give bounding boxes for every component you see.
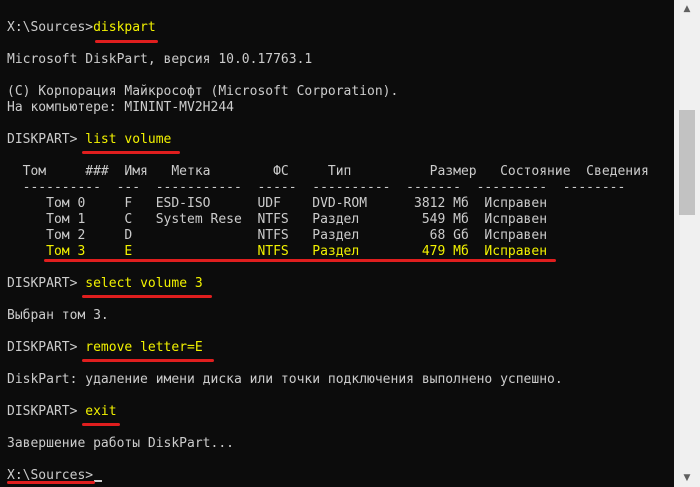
command-list-volume: list volume (85, 132, 172, 147)
prompt: DISKPART> (7, 340, 86, 355)
line-remove-letter: DISKPART> remove letter=E (7, 340, 203, 356)
line-prompt-start: X:\Sources>diskpart (7, 20, 156, 36)
underline-prompt-end (7, 481, 95, 484)
banner-version: Microsoft DiskPart, версия 10.0.17763.1 (7, 52, 313, 67)
table-row-highlighted: Том 3 E NTFS Раздел 479 Мб Исправен (7, 244, 548, 259)
underline-select-volume (82, 295, 212, 298)
command-diskpart: diskpart (93, 20, 156, 35)
prompt: DISKPART> (7, 132, 86, 147)
banner-copyright: (C) Корпорация Майкрософт (Microsoft Cor… (7, 84, 399, 99)
arrow-down-icon[interactable]: ▼ (674, 469, 700, 487)
command-remove-letter: remove letter=E (85, 340, 203, 355)
prompt: DISKPART> (7, 404, 86, 419)
line-list-volume: DISKPART> list volume (7, 132, 171, 148)
command-select-volume: select volume 3 (85, 276, 203, 291)
table-row: Том 0 F ESD-ISO UDF DVD-ROM 3812 Мб Испр… (7, 196, 548, 211)
table-row: Том 2 D NTFS Раздел 68 Gб Исправен (7, 228, 548, 243)
underline-exit (82, 423, 120, 426)
scrollbar-thumb[interactable] (679, 110, 695, 215)
underline-remove-letter (82, 359, 214, 362)
line-exit: DISKPART> exit (7, 404, 117, 420)
table-separator: ---------- --- ----------- ----- -------… (7, 180, 626, 195)
vertical-scrollbar[interactable]: ▲ ▼ (674, 0, 700, 487)
command-exit: exit (85, 404, 117, 419)
underline-volume-3 (44, 259, 556, 262)
prompt: X:\Sources> (7, 20, 94, 35)
prompt: DISKPART> (7, 276, 86, 291)
banner-computer: На компьютере: MININT-MV2H244 (7, 100, 234, 115)
output-exit: Завершение работы DiskPart... (7, 436, 234, 451)
table-row: Том 1 C System Rese NTFS Раздел 549 Мб И… (7, 212, 548, 227)
underline-diskpart (95, 40, 158, 43)
underline-list-volume (82, 151, 180, 154)
output-select: Выбран том 3. (7, 308, 109, 323)
arrow-up-icon[interactable]: ▲ (674, 0, 700, 18)
table-header: Том ### Имя Метка ФС Тип Размер Состояни… (7, 164, 649, 179)
line-select-volume: DISKPART> select volume 3 (7, 276, 203, 292)
text-cursor (94, 480, 103, 482)
console-output[interactable]: X:\Sources>diskpart Microsoft DiskPart, … (0, 0, 674, 487)
output-remove: DiskPart: удаление имени диска или точки… (7, 372, 563, 387)
